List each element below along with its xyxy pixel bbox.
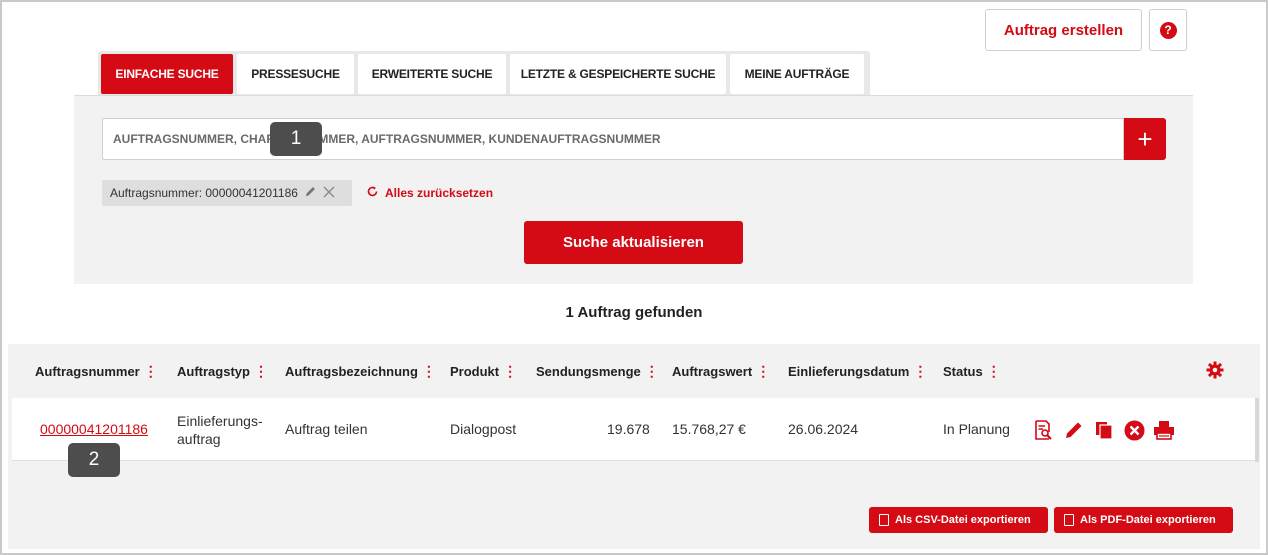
export-pdf-label: Als PDF-Datei exportieren [1080, 514, 1216, 526]
column-header-label: Auftragsnummer [35, 364, 140, 379]
annotation-marker-1: 1 [270, 122, 322, 156]
kebab-menu-icon[interactable]: ⋮ [756, 363, 770, 380]
tab-erweiterte-suche[interactable]: ERWEITERTE SUCHE [358, 54, 506, 94]
product-cell: Dialogpost [450, 421, 517, 437]
tab-meine-auftraege[interactable]: MEINE AUFTRÄGE [730, 54, 864, 94]
kebab-menu-icon[interactable]: ⋮ [503, 363, 517, 380]
filter-chip: Auftragsnummer: 00000041201186 [102, 180, 352, 206]
refresh-icon [366, 185, 379, 201]
kebab-menu-icon[interactable]: ⋮ [422, 363, 436, 380]
column-header-label: Status [943, 364, 983, 379]
question-circle-icon: ? [1159, 21, 1177, 39]
create-order-button[interactable]: Auftrag erstellen [985, 9, 1142, 51]
export-csv-label: Als CSV-Datei exportieren [895, 514, 1031, 526]
column-header-label: Produkt [450, 364, 500, 379]
help-button[interactable]: ? [1149, 9, 1187, 51]
order-type-line-1: Einlieferungs- [177, 413, 263, 429]
update-search-button[interactable]: Suche aktualisieren [524, 221, 743, 264]
kebab-menu-icon[interactable]: ⋮ [254, 363, 268, 380]
export-csv-button[interactable]: Als CSV-Datei exportieren [869, 507, 1048, 533]
reset-all-label: Alles zurücksetzen [385, 186, 494, 200]
order-value-cell: 15.768,27 € [672, 421, 746, 437]
column-header-label: Sendungsmenge [536, 364, 641, 379]
kebab-menu-icon[interactable]: ⋮ [144, 363, 158, 380]
table-row-edge [1255, 398, 1259, 462]
column-header-label: Auftragstyp [177, 364, 250, 379]
column-header-auftragsbezeichnung[interactable]: Auftragsbezeichnung ⋮ [285, 363, 436, 380]
delivery-date-cell: 26.06.2024 [788, 421, 859, 437]
tab-einfache-suche[interactable]: EINFACHE SUCHE [101, 54, 233, 94]
column-header-status[interactable]: Status ⋮ [943, 363, 1001, 380]
kebab-menu-icon[interactable]: ⋮ [913, 363, 927, 380]
file-csv-icon [879, 514, 889, 526]
view-details-icon[interactable] [1032, 419, 1054, 441]
column-header-label: Auftragsbezeichnung [285, 364, 418, 379]
search-input[interactable] [102, 118, 1124, 160]
pencil-icon[interactable] [304, 185, 317, 201]
column-header-label: Auftragswert [672, 364, 753, 379]
cancel-circle-icon[interactable] [1123, 419, 1145, 441]
search-tabs: EINFACHE SUCHE PRESSESUCHE ERWEITERTE SU… [98, 51, 870, 97]
tab-letzte-gespeicherte-suche[interactable]: LETZTE & GESPEICHERTE SUCHE [510, 54, 726, 94]
copy-icon[interactable] [1093, 419, 1115, 441]
edit-pencil-icon[interactable] [1063, 419, 1085, 441]
gear-icon[interactable] [1206, 361, 1224, 385]
column-header-label: Einlieferungsdatum [788, 364, 910, 379]
column-header-einlieferungsdatum[interactable]: Einlieferungsdatum ⋮ [788, 363, 927, 380]
kebab-menu-icon[interactable]: ⋮ [645, 363, 659, 380]
export-pdf-button[interactable]: Als PDF-Datei exportieren [1054, 507, 1233, 533]
column-header-auftragsnummer[interactable]: Auftragsnummer ⋮ [35, 363, 158, 380]
column-header-auftragstyp[interactable]: Auftragstyp ⋮ [177, 363, 268, 380]
close-icon[interactable] [323, 186, 335, 201]
file-pdf-icon [1064, 514, 1074, 526]
tab-pressesuche[interactable]: PRESSESUCHE [237, 54, 354, 94]
order-type-line-2: auftrag [177, 431, 221, 447]
filter-chip-label: Auftragsnummer: 00000041201186 [110, 186, 298, 200]
add-search-term-button[interactable]: + [1124, 118, 1166, 160]
column-header-auftragswert[interactable]: Auftragswert ⋮ [672, 363, 770, 380]
result-count: 1 Auftrag gefunden [565, 304, 703, 321]
order-description-cell: Auftrag teilen [285, 421, 368, 437]
order-number-link[interactable]: 00000041201186 [40, 421, 148, 437]
print-icon[interactable] [1153, 419, 1175, 441]
quantity-cell: 19.678 [607, 421, 650, 437]
kebab-menu-icon[interactable]: ⋮ [987, 363, 1001, 380]
reset-all-link[interactable]: Alles zurücksetzen [366, 184, 493, 202]
order-type-cell: Einlieferungs- auftrag [177, 412, 263, 448]
column-header-sendungsmenge[interactable]: Sendungsmenge ⋮ [536, 363, 659, 380]
column-header-produkt[interactable]: Produkt ⋮ [450, 363, 517, 380]
status-cell: In Planung [943, 421, 1010, 437]
annotation-marker-2: 2 [68, 443, 120, 477]
